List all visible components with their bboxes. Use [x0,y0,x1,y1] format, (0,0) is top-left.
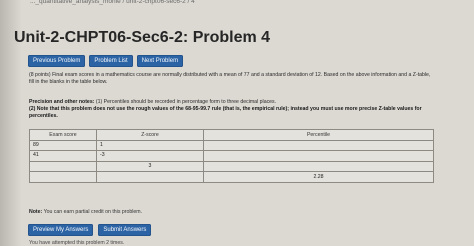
exam-score-input[interactable]: 41 [33,152,87,159]
table-row: 41 -3 [29,150,434,162]
note-label: Note: [29,209,43,215]
answer-actions: Preview My Answers Submit Answers [28,224,152,236]
percentile-input[interactable] [207,141,261,148]
table-row: 3 [29,160,434,173]
precision-line-2: (2) Note that this problem does not use … [29,106,422,119]
breadcrumb[interactable]: ..._quantitative_analysis_monie / unit-2… [30,0,470,8]
note-text: You can earn partial credit on this prob… [42,209,143,215]
previous-problem-button[interactable]: Previous Problem [28,55,86,67]
header-percentile: Percentile [203,129,434,141]
page: ..._quantitative_analysis_monie / unit-2… [0,0,474,246]
percentile-input[interactable] [207,151,261,158]
exam-score-input[interactable] [33,173,87,180]
z-score-input[interactable]: 1 [100,142,154,149]
problem-intro: (8 points) Final exam scores in a mathem… [29,72,431,85]
percentile-input[interactable]: 2.28 [292,174,346,181]
precision-notes: Precision and other notes: (1) Percentil… [29,99,434,120]
table-row: 2.28 [29,171,434,183]
precision-label: Precision and other notes: [29,99,95,105]
answer-table: Exam score Z-score Percentile 89 1 41 -3… [29,129,434,183]
header-exam-score: Exam score [29,129,97,141]
attempts-count: You have attempted this problem 2 times. [29,240,125,246]
page-title: Unit-2-CHPT06-Sec6-2: Problem 4 [14,29,271,46]
problem-nav: Previous Problem Problem List Next Probl… [28,55,184,67]
z-score-input[interactable]: -3 [100,152,154,159]
precision-line-1: (1) Percentiles should be recorded in pe… [94,99,277,105]
table-row: 89 1 [29,139,434,152]
exam-score-input[interactable]: 89 [33,142,87,149]
z-score-input[interactable]: 3 [123,163,177,170]
header-z-score: Z-score [96,129,204,141]
next-problem-button[interactable]: Next Problem [136,55,184,67]
submit-answers-button[interactable]: Submit Answers [98,224,152,236]
partial-credit-note: Note: You can earn partial credit on thi… [29,209,142,215]
exam-score-input[interactable] [33,162,87,169]
z-score-input[interactable] [100,173,154,180]
preview-answers-button[interactable]: Preview My Answers [28,224,94,236]
table-header-row: Exam score Z-score Percentile [29,129,434,141]
percentile-input[interactable] [207,162,261,169]
problem-list-button[interactable]: Problem List [89,55,133,67]
